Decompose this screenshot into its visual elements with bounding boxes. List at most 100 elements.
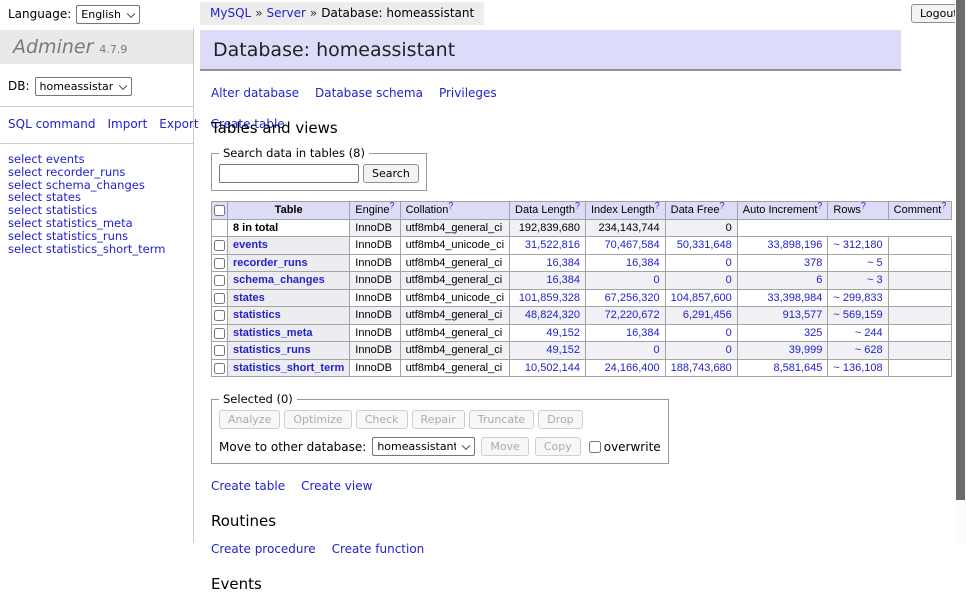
breadcrumb-mysql-link[interactable]: MySQL [210, 6, 251, 20]
data-free-cell: 104,857,600 [665, 289, 737, 307]
database-nav-link[interactable]: Alter database [211, 86, 299, 100]
sidebar-select-table-link[interactable]: select recorder_runs [8, 166, 193, 179]
overwrite-checkbox[interactable] [589, 441, 601, 453]
db-selector-row: DB:homeassistant [0, 64, 193, 107]
comment-cell [888, 359, 952, 377]
create-links: Create table Create view [211, 479, 901, 493]
comment-cell [888, 289, 952, 307]
column-header-data-length: Data Length? [510, 202, 586, 220]
index-length-cell: 0 [585, 272, 665, 290]
sidebar-select-table-link[interactable]: select events [8, 153, 193, 166]
totals-row: 8 in total InnoDB utf8mb4_general_ci 192… [212, 219, 952, 237]
table-name-link[interactable]: recorder_runs [233, 257, 308, 269]
totals-data-length: 192,839,680 [510, 219, 586, 237]
column-header-comment: Comment? [888, 202, 952, 220]
engine-cell: InnoDB [350, 254, 400, 272]
table-name-link[interactable]: statistics_short_term [233, 362, 344, 374]
selected-action-button: Repair [412, 410, 465, 429]
table-name-link[interactable]: states [233, 292, 265, 304]
sidebar-table-links: select eventsselect recorder_runsselect … [0, 144, 193, 255]
routine-create-link[interactable]: Create procedure [211, 542, 316, 556]
column-header-auto-increment: Auto Increment? [737, 202, 828, 220]
help-link[interactable]: ? [655, 202, 660, 211]
table-name-link[interactable]: schema_changes [233, 274, 325, 286]
search-legend: Search data in tables (8) [219, 146, 369, 160]
table-name-link[interactable]: statistics_meta [233, 327, 313, 339]
table-name-cell: statistics_short_term [228, 359, 350, 377]
row-checkbox[interactable] [214, 345, 225, 356]
selected-actions: AnalyzeOptimizeCheckRepairTruncateDrop [219, 410, 661, 429]
comment-cell [888, 307, 952, 325]
engine-cell: InnoDB [350, 342, 400, 360]
column-header-rows: Rows? [828, 202, 888, 220]
data-free-cell: 0 [665, 324, 737, 342]
index-length-cell: 72,220,672 [585, 307, 665, 325]
select-all-checkbox[interactable] [214, 205, 225, 216]
table-name-cell: recorder_runs [228, 254, 350, 272]
row-checkbox[interactable] [214, 310, 225, 321]
table-name-link[interactable]: statistics [233, 309, 281, 321]
totals-empty-cell [212, 219, 228, 237]
move-db-select[interactable]: homeassistant [372, 437, 475, 456]
sidebar-action-link[interactable]: SQL command [8, 117, 95, 131]
engine-cell: InnoDB [350, 359, 400, 377]
sidebar-select-table-link[interactable]: select statistics_meta [8, 217, 193, 230]
table-name-cell: schema_changes [228, 272, 350, 290]
move-to-db-label: Move to other database: [219, 440, 366, 454]
database-nav-links: Alter database Database schema Privileges [211, 86, 901, 100]
routine-create-link[interactable]: Create function [332, 542, 425, 556]
index-length-cell: 70,467,584 [585, 237, 665, 255]
create-link[interactable]: Create view [301, 479, 372, 493]
row-checkbox[interactable] [214, 328, 225, 339]
row-checkbox[interactable] [214, 258, 225, 269]
row-checkbox[interactable] [214, 240, 225, 251]
database-nav-link[interactable]: Privileges [439, 86, 497, 100]
search-button[interactable]: Search [363, 164, 419, 183]
db-select[interactable]: homeassistant [35, 77, 132, 96]
scrollbar-thumb[interactable] [956, 0, 965, 500]
column-header-index-length: Index Length? [585, 202, 665, 220]
sidebar-divider [193, 28, 194, 543]
breadcrumb: MySQL»Server»Database: homeassistant [200, 2, 484, 25]
table-name-cell: statistics_runs [228, 342, 350, 360]
sidebar-select-table-link[interactable]: select statistics_runs [8, 230, 193, 243]
breadcrumb-separator: » [310, 6, 317, 20]
row-checkbox[interactable] [214, 275, 225, 286]
create-link[interactable]: Create table [211, 479, 285, 493]
row-checkbox[interactable] [214, 293, 225, 304]
index-length-cell: 24,166,400 [585, 359, 665, 377]
help-link[interactable]: ? [720, 202, 725, 211]
rows-count-cell: ~ 312,180 [828, 237, 888, 255]
table-name-cell: events [228, 237, 350, 255]
rows-count-cell: ~ 3 [828, 272, 888, 290]
row-checkbox[interactable] [214, 363, 225, 374]
comment-cell [888, 254, 952, 272]
data-length-cell: 49,152 [510, 324, 586, 342]
help-link[interactable]: ? [390, 202, 395, 211]
table-row: states InnoDB utf8mb4_unicode_ci 101,859… [212, 289, 952, 307]
help-link[interactable]: ? [817, 202, 822, 211]
index-length-cell: 67,256,320 [585, 289, 665, 307]
rows-count-cell: ~ 569,159 [828, 307, 888, 325]
sidebar-actions: SQL commandImportExportCreate table [0, 107, 193, 144]
table-row: statistics InnoDB utf8mb4_general_ci 48,… [212, 307, 952, 325]
engine-cell: InnoDB [350, 289, 400, 307]
auto-increment-cell: 8,581,645 [737, 359, 828, 377]
help-link[interactable]: ? [575, 202, 580, 211]
totals-collation: utf8mb4_general_ci [400, 219, 509, 237]
table-name-link[interactable]: events [233, 239, 268, 251]
help-link[interactable]: ? [941, 202, 946, 211]
comment-cell [888, 272, 952, 290]
selected-action-button: Truncate [469, 410, 534, 429]
table-name-link[interactable]: statistics_runs [233, 344, 311, 356]
sidebar-select-table-link[interactable]: select statistics_short_term [8, 243, 193, 256]
search-input[interactable] [219, 164, 359, 183]
table-header-row: Table Engine? Collation? Data Length? In… [212, 202, 952, 220]
row-checkbox-cell [212, 359, 228, 377]
column-header-table: Table [228, 202, 350, 220]
help-link[interactable]: ? [448, 202, 453, 211]
breadcrumb-server-link[interactable]: Server [267, 6, 306, 20]
database-nav-link[interactable]: Database schema [315, 86, 423, 100]
sidebar-action-link[interactable]: Import [107, 117, 147, 131]
help-link[interactable]: ? [861, 202, 866, 211]
